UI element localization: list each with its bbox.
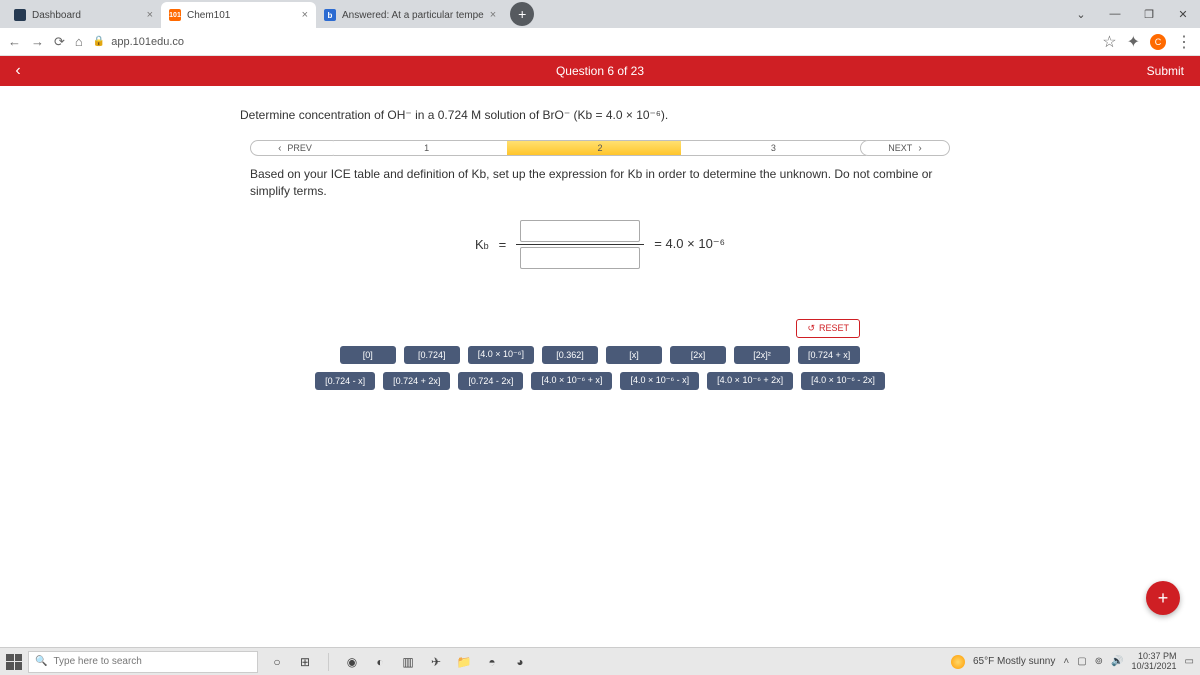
bartleby-icon: b (324, 9, 336, 21)
close-icon[interactable]: × (147, 9, 153, 21)
discord-icon[interactable]: ◓ (483, 653, 501, 671)
file-explorer-icon[interactable]: 📁 (455, 653, 473, 671)
app-header: ‹ Question 6 of 23 Submit (0, 56, 1200, 86)
denominator-dropzone[interactable] (520, 247, 640, 269)
tile[interactable]: [2x]² (734, 346, 790, 364)
chem101-icon: 101 (169, 9, 181, 21)
add-fab-button[interactable]: + (1146, 581, 1180, 615)
tab-label: Chem101 (187, 10, 230, 21)
answer-tiles: [0] [0.724] [4.0 × 10⁻⁶] [0.362] [x] [2x… (315, 346, 885, 390)
extensions-icon[interactable]: ✦ (1127, 32, 1140, 52)
kebab-menu-icon[interactable]: ⋮ (1176, 32, 1192, 52)
tile[interactable]: [4.0 × 10⁻⁶ + 2x] (707, 372, 793, 390)
close-icon[interactable]: × (490, 9, 496, 21)
close-icon[interactable]: × (302, 9, 308, 21)
tile[interactable]: [0] (340, 346, 396, 364)
new-tab-button[interactable]: + (510, 2, 534, 26)
tile[interactable]: [4.0 × 10⁻⁶ + x] (531, 372, 612, 390)
chrome-icon[interactable]: ◉ (343, 653, 361, 671)
step-3-button[interactable]: 3 (681, 140, 866, 156)
app-icon[interactable]: ◐ (371, 653, 389, 671)
app-icon[interactable]: ✈ (427, 653, 445, 671)
step-instructions: Based on your ICE table and definition o… (250, 166, 950, 200)
content-area: Determine concentration of OH⁻ in a 0.72… (0, 86, 1200, 390)
windows-taskbar: 🔍 Type here to search ○ ⊞ ◉ ◐ ▥ ✈ 📁 ◓ ◕ … (0, 647, 1200, 675)
tile[interactable]: [4.0 × 10⁻⁶ - x] (620, 372, 699, 390)
chevron-left-icon: ‹ (278, 143, 281, 154)
tile[interactable]: [0.724] (404, 346, 460, 364)
question-prompt: Determine concentration of OH⁻ in a 0.72… (240, 108, 960, 122)
fraction-bar (516, 244, 644, 245)
rhs-value: = 4.0 × 10⁻⁶ (654, 236, 725, 252)
task-view-icon[interactable]: ⊞ (296, 653, 314, 671)
back-chevron-icon[interactable]: ‹ (0, 62, 36, 80)
submit-button[interactable]: Submit (1147, 64, 1184, 78)
app-icon[interactable]: ▥ (399, 653, 417, 671)
reload-icon[interactable]: ⟳ (54, 34, 65, 50)
tab-chem101[interactable]: 101 Chem101 × (161, 2, 316, 28)
wifi-icon[interactable]: ⊚ (1095, 656, 1103, 667)
prev-step-button[interactable]: ‹PREV (250, 140, 340, 156)
weather-icon (951, 655, 965, 669)
equation-builder: Kb = = 4.0 × 10⁻⁶ (475, 220, 725, 269)
question-counter: Question 6 of 23 (556, 64, 644, 78)
step-2-button[interactable]: 2 (507, 140, 692, 156)
tile[interactable]: [2x] (670, 346, 726, 364)
star-icon[interactable]: ☆ (1102, 32, 1116, 52)
url-field[interactable]: 🔒 app.101edu.co (93, 36, 1092, 48)
tile[interactable]: [0.362] (542, 346, 598, 364)
close-window-icon[interactable]: ✕ (1166, 0, 1200, 28)
notifications-icon[interactable]: ▭ (1185, 656, 1194, 667)
tab-label: Dashboard (32, 10, 81, 21)
tile[interactable]: [0.724 + 2x] (383, 372, 450, 390)
chevron-right-icon: › (918, 143, 921, 154)
window-controls: ⌄ — ❐ ✕ (1064, 0, 1200, 28)
dashboard-icon (14, 9, 26, 21)
volume-icon[interactable]: 🔊 (1111, 656, 1123, 667)
cast-icon[interactable]: ▢ (1077, 656, 1086, 667)
step-1-button[interactable]: 1 (334, 140, 519, 156)
extension-c-icon[interactable]: C (1150, 34, 1166, 50)
edge-icon[interactable]: ◕ (511, 653, 529, 671)
next-step-button[interactable]: NEXT› (860, 140, 950, 156)
step-navigation: ‹PREV 1 2 3 NEXT› (250, 140, 950, 156)
reset-icon: ↺ (807, 323, 815, 334)
tile[interactable]: [4.0 × 10⁻⁶ - 2x] (801, 372, 885, 390)
minimize-icon[interactable]: — (1098, 0, 1132, 28)
browser-tab-strip: Dashboard × 101 Chem101 × b Answered: At… (0, 0, 1200, 28)
cortana-icon[interactable]: ○ (268, 653, 286, 671)
clock[interactable]: 10:37 PM 10/31/2021 (1132, 652, 1177, 672)
address-bar: ← → ⟳ ⌂ 🔒 app.101edu.co ☆ ✦ C ⋮ (0, 28, 1200, 56)
tile[interactable]: [4.0 × 10⁻⁶] (468, 346, 534, 364)
kb-label: Kb (475, 237, 489, 252)
tile[interactable]: [0.724 - 2x] (458, 372, 523, 390)
search-icon: 🔍 (35, 656, 47, 667)
tile[interactable]: [0.724 - x] (315, 372, 375, 390)
forward-icon[interactable]: → (31, 34, 44, 49)
tray-chevron-icon[interactable]: ˄ (1063, 656, 1069, 667)
tab-answered[interactable]: b Answered: At a particular tempe × (316, 2, 504, 28)
start-button[interactable] (6, 654, 22, 670)
tab-label: Answered: At a particular tempe (342, 10, 484, 21)
maximize-icon[interactable]: ❐ (1132, 0, 1166, 28)
tab-dashboard[interactable]: Dashboard × (6, 2, 161, 28)
numerator-dropzone[interactable] (520, 220, 640, 242)
tile[interactable]: [x] (606, 346, 662, 364)
weather-text[interactable]: 65°F Mostly sunny (973, 656, 1055, 667)
reset-button[interactable]: ↺RESET (796, 319, 860, 338)
equals-sign: = (499, 237, 507, 252)
fraction (516, 220, 644, 269)
search-placeholder: Type here to search (53, 656, 141, 667)
chevron-down-icon[interactable]: ⌄ (1064, 0, 1098, 28)
back-icon[interactable]: ← (8, 34, 21, 49)
url-text: app.101edu.co (111, 36, 184, 48)
lock-icon: 🔒 (93, 36, 105, 47)
home-icon[interactable]: ⌂ (75, 34, 83, 49)
taskbar-search[interactable]: 🔍 Type here to search (28, 651, 258, 673)
tile[interactable]: [0.724 + x] (798, 346, 860, 364)
